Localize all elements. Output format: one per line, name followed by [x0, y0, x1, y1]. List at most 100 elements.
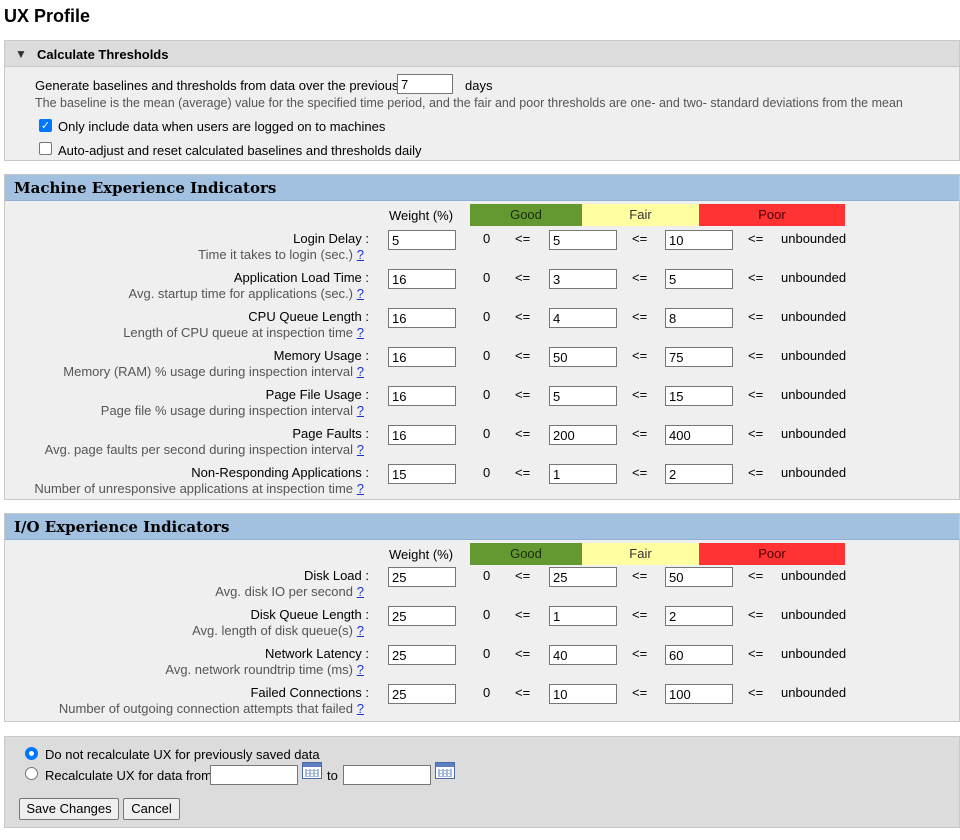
le-symbol: <= [748, 646, 764, 661]
le-symbol: <= [515, 607, 531, 622]
fair-threshold-input[interactable] [665, 464, 733, 484]
le-symbol: <= [632, 348, 648, 363]
help-link[interactable]: ? [357, 662, 364, 677]
recalc-from-date-input[interactable] [210, 765, 298, 785]
le-symbol: <= [632, 646, 648, 661]
weight-input[interactable] [388, 684, 456, 704]
page-title: UX Profile [4, 6, 91, 26]
save-changes-button[interactable]: Save Changes [19, 798, 119, 820]
help-link[interactable]: ? [357, 701, 364, 716]
le-symbol: <= [632, 685, 648, 700]
fair-threshold-input[interactable] [665, 230, 733, 250]
weight-input[interactable] [388, 464, 456, 484]
good-threshold-input[interactable] [549, 645, 617, 665]
le-symbol: <= [748, 568, 764, 583]
baseline-note: The baseline is the mean (average) value… [35, 96, 903, 110]
fair-threshold-input[interactable] [665, 684, 733, 704]
fair-threshold-input[interactable] [665, 386, 733, 406]
indicator-label: Page File Usage : [265, 387, 369, 402]
le-symbol: <= [748, 387, 764, 402]
help-link[interactable]: ? [357, 442, 364, 457]
indicator-row: Login Delay : Time it takes to login (sec… [5, 230, 959, 268]
good-threshold-input[interactable] [549, 567, 617, 587]
weight-input[interactable] [388, 425, 456, 445]
recalculate-radio[interactable] [25, 767, 38, 780]
weight-input[interactable] [388, 386, 456, 406]
good-threshold-input[interactable] [549, 684, 617, 704]
no-recalculate-radio[interactable] [25, 747, 38, 760]
poor-upper-bound: unbounded [781, 646, 847, 661]
good-lower-bound: 0 [483, 568, 491, 583]
indicator-description: Length of CPU queue at inspection time [123, 325, 353, 340]
help-link[interactable]: ? [357, 584, 364, 599]
fair-threshold-input[interactable] [665, 645, 733, 665]
good-threshold-input[interactable] [549, 386, 617, 406]
poor-upper-bound: unbounded [781, 387, 847, 402]
help-link[interactable]: ? [357, 481, 364, 496]
baseline-days-input[interactable] [397, 74, 453, 94]
calculate-thresholds-panel: ▼ Calculate Thresholds Generate baseline… [4, 40, 960, 161]
calculate-thresholds-title: Calculate Thresholds [37, 47, 169, 62]
collapse-triangle-icon[interactable]: ▼ [15, 47, 27, 61]
poor-upper-bound: unbounded [781, 348, 847, 363]
le-symbol: <= [515, 568, 531, 583]
weight-input[interactable] [388, 308, 456, 328]
le-symbol: <= [632, 387, 648, 402]
weight-input[interactable] [388, 606, 456, 626]
indicator-row: Non-Responding Applications : Number of u… [5, 464, 959, 502]
fair-threshold-input[interactable] [665, 269, 733, 289]
fair-threshold-input[interactable] [665, 567, 733, 587]
weight-input[interactable] [388, 645, 456, 665]
calculate-thresholds-header[interactable]: ▼ Calculate Thresholds [5, 41, 959, 67]
good-threshold-input[interactable] [549, 347, 617, 367]
indicator-description: Number of outgoing connection attempts t… [58, 701, 353, 716]
good-threshold-input[interactable] [549, 269, 617, 289]
good-threshold-input[interactable] [549, 606, 617, 626]
from-calendar-icon[interactable] [302, 762, 322, 779]
le-symbol: <= [515, 646, 531, 661]
fair-threshold-input[interactable] [665, 425, 733, 445]
good-threshold-input[interactable] [549, 464, 617, 484]
cancel-button[interactable]: Cancel [123, 798, 180, 820]
weight-input[interactable] [388, 347, 456, 367]
fair-threshold-input[interactable] [665, 606, 733, 626]
help-link[interactable]: ? [357, 364, 364, 379]
no-recalculate-label: Do not recalculate UX for previously sav… [45, 747, 320, 762]
machine-section-header: Machine Experience Indicators [5, 175, 959, 201]
le-symbol: <= [748, 231, 764, 246]
le-symbol: <= [748, 270, 764, 285]
good-threshold-input[interactable] [549, 308, 617, 328]
help-link[interactable]: ? [357, 403, 364, 418]
poor-upper-bound: unbounded [781, 231, 847, 246]
indicator-row: Memory Usage : Memory (RAM) % usage durin… [5, 347, 959, 385]
auto-adjust-checkbox[interactable] [39, 142, 52, 155]
help-link[interactable]: ? [357, 286, 364, 301]
le-symbol: <= [515, 685, 531, 700]
good-threshold-input[interactable] [549, 425, 617, 445]
to-calendar-icon[interactable] [435, 762, 455, 779]
good-lower-bound: 0 [483, 646, 491, 661]
fair-threshold-input[interactable] [665, 347, 733, 367]
io-section-title: I/O Experience Indicators [14, 518, 230, 536]
good-threshold-input[interactable] [549, 230, 617, 250]
indicator-description: Memory (RAM) % usage during inspection i… [63, 364, 353, 379]
help-link[interactable]: ? [357, 247, 364, 262]
poor-upper-bound: unbounded [781, 270, 847, 285]
indicator-description: Avg. disk IO per second [215, 584, 353, 599]
indicator-label: CPU Queue Length : [248, 309, 369, 324]
poor-upper-bound: unbounded [781, 607, 847, 622]
le-symbol: <= [515, 387, 531, 402]
recalc-to-date-input[interactable] [343, 765, 431, 785]
logged-on-checkbox[interactable]: ✓ [39, 119, 52, 132]
weight-input[interactable] [388, 230, 456, 250]
fair-threshold-input[interactable] [665, 308, 733, 328]
baseline-period-label: Generate baselines and thresholds from d… [35, 78, 399, 93]
le-symbol: <= [632, 426, 648, 441]
le-symbol: <= [515, 231, 531, 246]
help-link[interactable]: ? [357, 325, 364, 340]
weight-column-header: Weight (%) [389, 547, 454, 562]
weight-input[interactable] [388, 269, 456, 289]
le-symbol: <= [748, 348, 764, 363]
weight-input[interactable] [388, 567, 456, 587]
help-link[interactable]: ? [357, 623, 364, 638]
